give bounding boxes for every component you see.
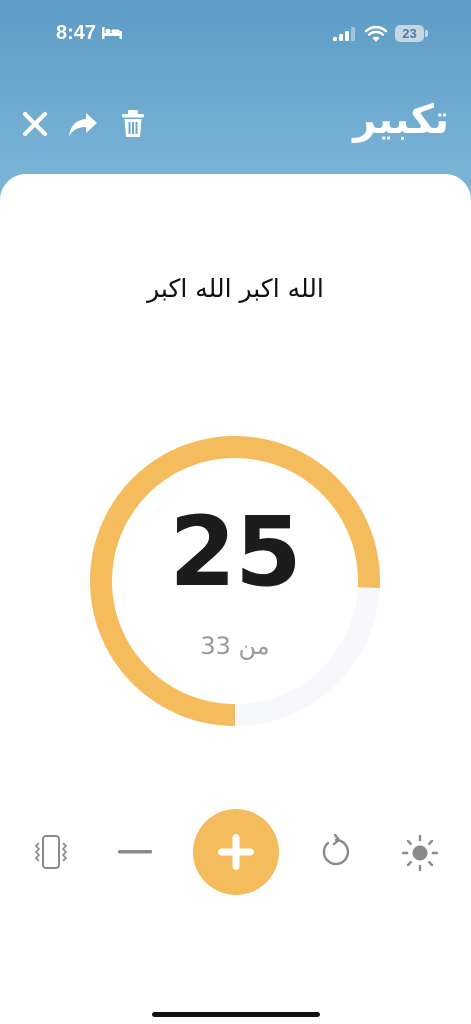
- cellular-signal-icon: [333, 27, 355, 41]
- brightness-icon[interactable]: [401, 834, 439, 872]
- close-icon[interactable]: [20, 109, 50, 139]
- bed-icon: [102, 27, 122, 39]
- counter-card: الله اكبر الله اكبر 25 من 33: [0, 174, 471, 1024]
- progress-ring[interactable]: 25 من 33: [90, 436, 380, 726]
- trash-icon[interactable]: [118, 109, 148, 139]
- plus-button[interactable]: [193, 809, 279, 895]
- status-time: 8:47: [56, 22, 97, 44]
- home-indicator: [152, 1012, 320, 1017]
- wifi-icon: [365, 25, 387, 42]
- count-total: من 33: [200, 632, 270, 660]
- reset-icon[interactable]: [318, 834, 354, 870]
- status-bar: 8:47 23: [0, 0, 471, 70]
- vibrate-icon[interactable]: [33, 834, 69, 870]
- minus-icon[interactable]: [116, 840, 154, 864]
- battery-level: 23: [395, 25, 424, 42]
- battery-icon: 23: [395, 25, 428, 42]
- header: تكبير: [0, 95, 471, 165]
- dhikr-text: الله اكبر الله اكبر: [147, 274, 324, 303]
- share-icon[interactable]: [68, 109, 98, 139]
- controls-bar: [0, 804, 471, 904]
- page-title: تكبير: [353, 97, 449, 143]
- count-value: 25: [169, 496, 302, 608]
- plus-icon: [218, 834, 254, 870]
